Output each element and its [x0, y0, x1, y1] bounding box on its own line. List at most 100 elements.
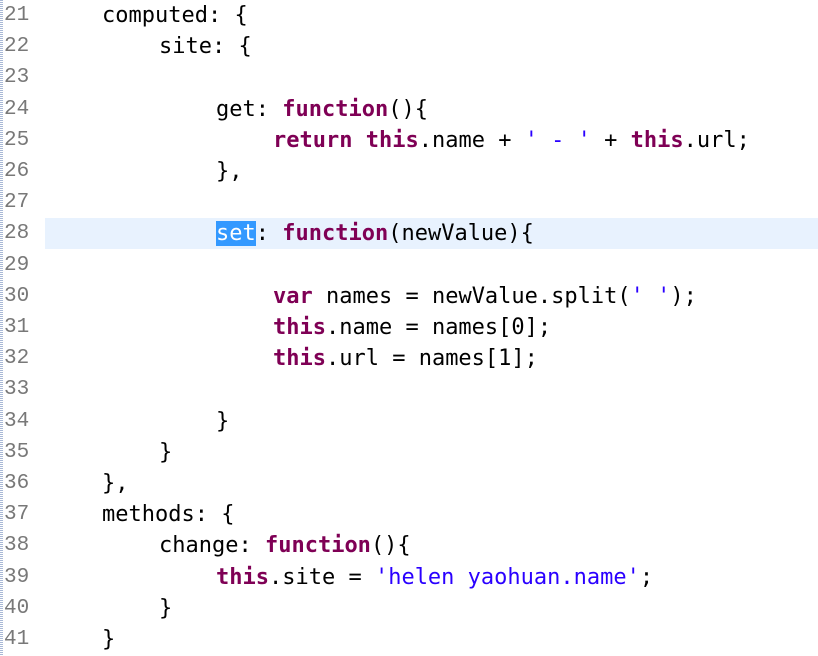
code-line-content[interactable]: methods: {: [45, 499, 818, 530]
line-number: 41: [4, 628, 30, 651]
code-line[interactable]: 34}: [0, 406, 818, 437]
code-line[interactable]: 35}: [0, 437, 818, 468]
code-line-content[interactable]: [45, 187, 818, 218]
code-line[interactable]: 40}: [0, 593, 818, 624]
line-number: 38: [4, 534, 30, 558]
code-token: },: [102, 471, 129, 496]
line-number: 35: [4, 440, 30, 464]
code-token: computed: {: [102, 3, 248, 28]
code-line-content[interactable]: return this.name + ' - ' + this.url;: [45, 125, 818, 156]
code-line[interactable]: 29: [0, 250, 818, 281]
code-line[interactable]: 33: [0, 374, 818, 405]
code-line[interactable]: 26},: [0, 156, 818, 187]
keyword-token: this: [216, 564, 269, 590]
line-number: 29: [4, 253, 30, 277]
line-number: 39: [4, 565, 30, 589]
code-line[interactable]: 24 get: function(){: [0, 94, 818, 125]
keyword-token: function: [282, 221, 389, 247]
code-token: }: [102, 627, 116, 652]
string-token: 'helen yaohuan.name': [374, 564, 640, 590]
code-token: change:: [159, 533, 265, 559]
code-token: (newValue){: [388, 221, 534, 247]
code-text: },: [102, 468, 129, 499]
code-line-content[interactable]: this.url = names[1];: [45, 343, 818, 374]
code-editor[interactable]: 21 computed: { 22 site: { 23 24 get: function(…: [0, 0, 818, 656]
code-line[interactable]: 25 return this.name + ' - ' + this.url;: [0, 125, 818, 156]
code-text: }: [159, 437, 172, 468]
line-number: 23: [4, 66, 30, 90]
code-line-content[interactable]: set: function(newValue){: [45, 218, 818, 250]
code-text: this.name = names[0];: [273, 312, 551, 343]
code-text: }: [216, 406, 229, 437]
code-line-content[interactable]: site: {: [45, 31, 818, 62]
keyword-token: this: [365, 127, 419, 153]
line-number: 21: [4, 4, 30, 27]
code-line[interactable]: 39 this.site = 'helen yaohuan.name';: [0, 562, 818, 593]
code-line[interactable]: 37 methods: {: [0, 499, 818, 530]
line-number: 32: [4, 347, 30, 371]
code-token: .url = names[1];: [325, 346, 538, 372]
code-line[interactable]: 28 set: function(newValue){: [0, 218, 818, 250]
code-text: set: function(newValue){: [216, 218, 534, 249]
code-token: .site =: [268, 564, 375, 590]
code-text: var names = newValue.split(' ');: [273, 281, 697, 312]
code-line[interactable]: 21 computed: {: [0, 0, 818, 31]
code-token: methods: {: [102, 502, 235, 528]
code-token: },: [216, 159, 243, 184]
code-text: site: {: [159, 31, 252, 62]
code-token: .url;: [683, 127, 750, 153]
code-line-content[interactable]: }: [45, 437, 818, 468]
code-line[interactable]: 36},: [0, 468, 818, 499]
line-number: 26: [4, 160, 30, 183]
code-token: ;: [639, 564, 654, 590]
code-text: this.site = 'helen yaohuan.name';: [216, 562, 653, 593]
code-line-content[interactable]: },: [45, 468, 818, 499]
code-line-content[interactable]: [45, 62, 818, 93]
code-line[interactable]: 38 change: function(){: [0, 530, 818, 561]
code-line-content[interactable]: }: [45, 593, 818, 624]
code-line-content[interactable]: computed: {: [45, 0, 818, 31]
line-number: 34: [4, 409, 30, 433]
code-line-content[interactable]: get: function(){: [45, 94, 818, 125]
line-number: 30: [4, 284, 30, 308]
code-token: site: {: [159, 34, 252, 60]
keyword-token: return: [273, 127, 353, 153]
code-line[interactable]: 31 this.name = names[0];: [0, 312, 818, 343]
code-line-content[interactable]: }: [45, 406, 818, 437]
code-text: change: function(){: [159, 530, 411, 561]
code-line[interactable]: 27: [0, 187, 818, 218]
line-number: 33: [4, 378, 30, 402]
string-token: ' - ': [524, 127, 591, 153]
keyword-token: function: [282, 96, 389, 122]
line-number: 31: [4, 316, 30, 339]
code-line-content[interactable]: }: [45, 624, 818, 655]
code-text: this.url = names[1];: [273, 343, 538, 374]
line-number: 22: [4, 35, 30, 59]
code-text: }: [159, 593, 172, 624]
code-token: (){: [388, 96, 428, 122]
code-token: );: [670, 283, 697, 309]
code-line[interactable]: 30 var names = newValue.split(' ');: [0, 281, 818, 312]
code-text: computed: {: [102, 0, 248, 31]
line-number: 28: [4, 222, 30, 246]
code-line[interactable]: 22 site: {: [0, 31, 818, 62]
code-line[interactable]: 32 this.url = names[1];: [0, 343, 818, 374]
code-token: }: [159, 595, 173, 621]
code-line-content[interactable]: var names = newValue.split(' ');: [45, 281, 818, 312]
code-token: +: [590, 127, 631, 153]
line-number: 25: [4, 128, 30, 152]
code-line[interactable]: 41}: [0, 624, 818, 655]
line-number: 37: [4, 503, 30, 527]
code-line-content[interactable]: this.name = names[0];: [45, 312, 818, 343]
code-line-content[interactable]: [45, 374, 818, 405]
code-line-content[interactable]: this.site = 'helen yaohuan.name';: [45, 562, 818, 593]
selected-text: set: [216, 221, 256, 247]
line-number: 27: [4, 191, 30, 215]
code-token: }: [216, 408, 230, 434]
code-line-content[interactable]: change: function(){: [45, 530, 818, 561]
code-line-content[interactable]: },: [45, 156, 818, 187]
code-line-content[interactable]: [45, 250, 818, 281]
code-token: (){: [370, 533, 411, 559]
code-line[interactable]: 23: [0, 62, 818, 93]
